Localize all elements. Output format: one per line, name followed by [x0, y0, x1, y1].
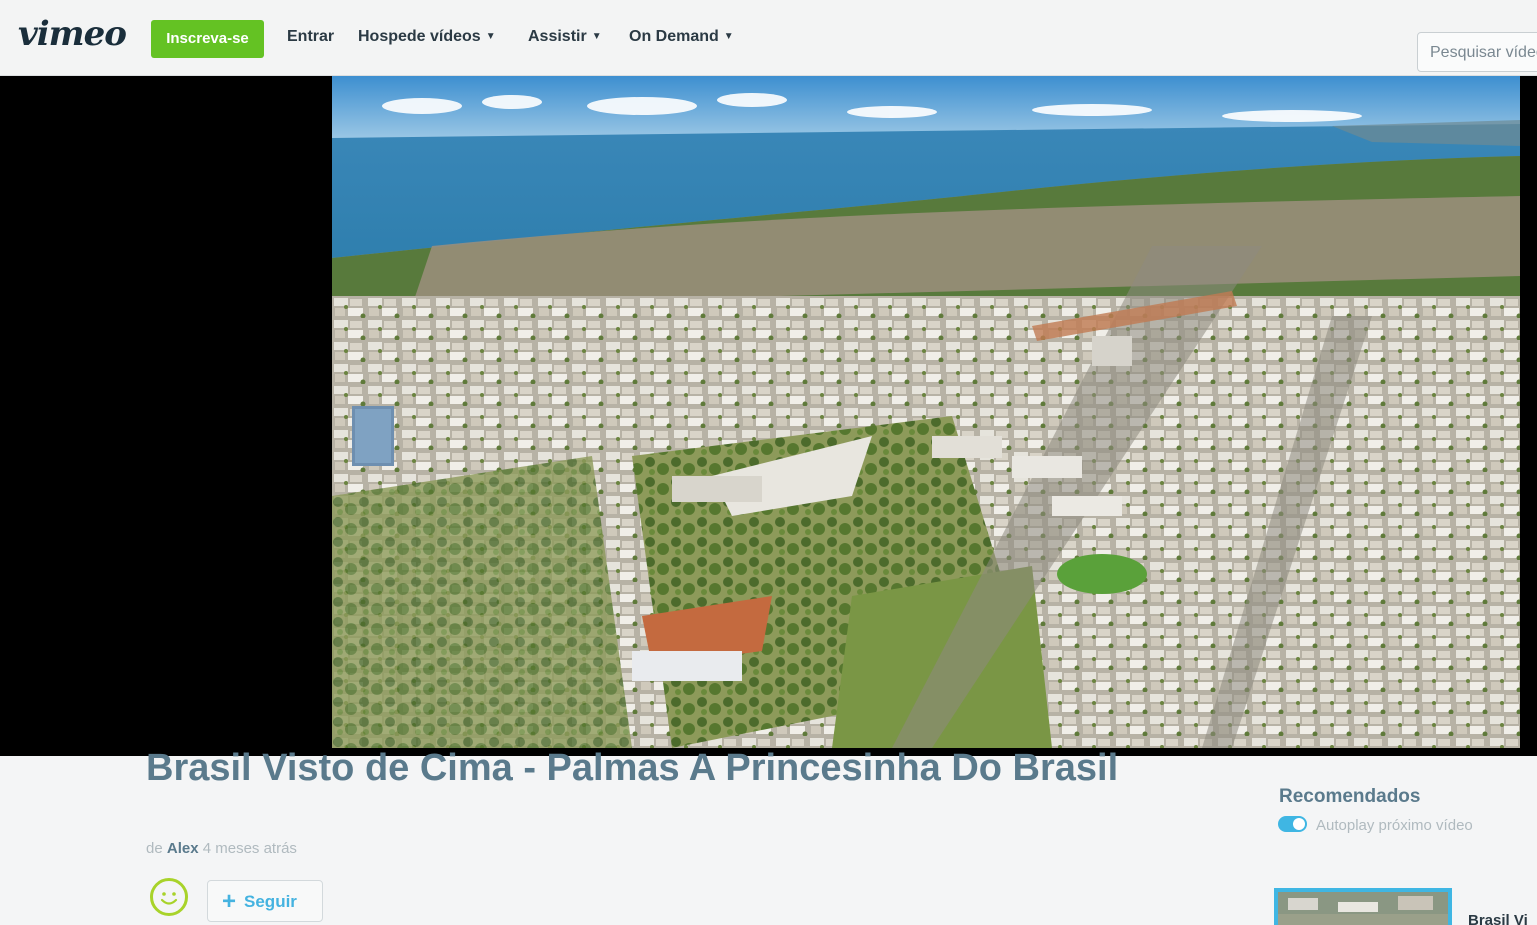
- nav-host-videos-menu[interactable]: Hospede vídeos ▼: [358, 28, 496, 46]
- video-byline: de Alex 4 meses atrás: [146, 840, 297, 857]
- nav-on-demand-label: On Demand: [629, 28, 719, 45]
- search-input[interactable]: Pesquisar vídeos: [1417, 32, 1537, 72]
- search-box: Pesquisar vídeos: [1417, 32, 1537, 72]
- author-link[interactable]: Alex: [167, 840, 199, 857]
- video-title: Brasil Visto de Cima - Palmas A Princesi…: [146, 747, 1119, 789]
- autoplay-toggle[interactable]: [1278, 816, 1307, 832]
- chevron-down-icon: ▼: [591, 31, 602, 42]
- recommended-video-title[interactable]: Brasil Vi: [1468, 912, 1537, 925]
- nav-watch-menu[interactable]: Assistir ▼: [528, 28, 602, 46]
- signup-button[interactable]: Inscreva-se: [151, 20, 264, 58]
- nav-host-videos-label: Hospede vídeos: [358, 28, 481, 45]
- recommended-video-thumbnail[interactable]: [1274, 888, 1452, 925]
- video-player[interactable]: [0, 76, 1537, 756]
- nav-on-demand-menu[interactable]: On Demand ▼: [629, 28, 734, 46]
- vimeo-logo[interactable]: vimeo: [18, 14, 127, 54]
- top-navigation-bar: vimeo Inscreva-se Entrar Hospede vídeos ▼…: [0, 0, 1537, 76]
- plus-icon: +: [222, 888, 237, 915]
- thumbnail-image: [1278, 892, 1448, 925]
- autoplay-label: Autoplay próximo vídeo: [1316, 817, 1473, 834]
- smiley-avatar-icon: [160, 892, 178, 905]
- nav-login-label: Entrar: [287, 28, 335, 45]
- upload-time: 4 meses atrás: [202, 840, 297, 857]
- follow-label: Seguir: [244, 892, 297, 911]
- nav-login-link[interactable]: Entrar: [287, 28, 334, 46]
- aerial-city-image: [332, 76, 1520, 748]
- nav-watch-label: Assistir: [528, 28, 587, 45]
- avatar[interactable]: [150, 878, 188, 916]
- chevron-down-icon: ▼: [723, 31, 734, 42]
- video-frame-aerial-city[interactable]: [332, 76, 1520, 748]
- byline-prefix: de: [146, 840, 163, 857]
- recommended-heading: Recomendados: [1279, 786, 1421, 807]
- follow-button[interactable]: + Seguir: [207, 880, 323, 922]
- chevron-down-icon: ▼: [485, 31, 496, 42]
